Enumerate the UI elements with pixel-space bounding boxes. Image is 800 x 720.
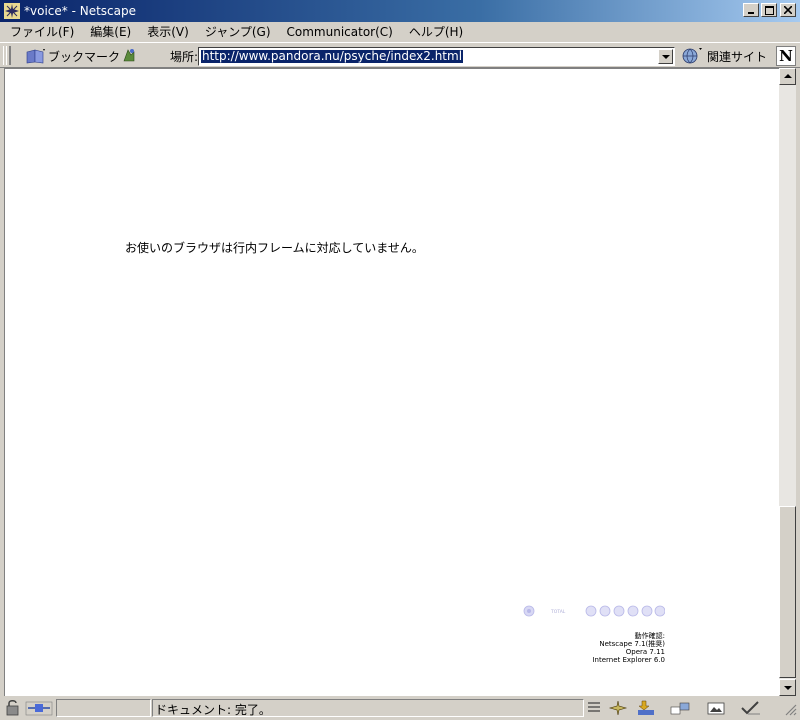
progress-panel [56,699,151,717]
minimize-button[interactable] [743,3,759,17]
lock-icon[interactable] [2,699,24,717]
status-text: ドキュメント: 完了。 [155,703,271,717]
menu-communicator[interactable]: Communicator(C) [279,25,401,39]
menu-view[interactable]: 表示(V) [139,23,197,40]
menu-bar: ファイル(F) 編集(E) 表示(V) ジャンプ(G) Communicator… [0,22,800,41]
credits-line: Netscape 7.1(推奨) [599,640,665,648]
maximize-icon [764,5,774,15]
related-sites-icon [682,48,702,64]
plug-icon[interactable] [25,699,53,717]
credits-heading: 動作確認: [634,632,665,640]
composer-icon[interactable] [668,699,692,717]
toolbar-grip[interactable] [3,46,11,65]
content-area: お使いのブラウザは行内フレームに対応していません。 TOTAL 動作確認: Ne… [4,68,779,696]
minimize-icon [748,12,754,14]
addressbook-icon[interactable] [704,699,728,717]
location-label: 場所: [170,50,199,64]
url-input[interactable]: http://www.pandora.nu/psyche/index2.html [198,47,675,66]
related-sites-label: 関連サイト [707,49,768,64]
close-button[interactable] [780,3,796,17]
credits-line: Internet Explorer 6.0 [592,656,665,664]
bookmarks-label: ブックマーク [48,49,121,64]
scroll-up-button[interactable] [779,68,796,85]
maximize-button[interactable] [761,3,777,17]
status-bar: ドキュメント: 完了。 [0,697,800,720]
bookmarks-button[interactable]: ブックマーク [26,46,120,66]
no-iframe-message: お使いのブラウザは行内フレームに対応していません。 [125,241,424,255]
menu-file[interactable]: ファイル(F) [2,23,82,40]
counter-label: TOTAL [550,609,566,615]
resize-grip-icon[interactable] [780,699,798,717]
related-sites-button[interactable]: 関連サイト [681,46,767,66]
bookmark-icon [26,49,45,64]
vertical-scrollbar[interactable] [779,68,796,696]
menu-go[interactable]: ジャンプ(G) [197,23,279,40]
navigator-icon[interactable] [606,699,630,717]
scroll-down-button[interactable] [779,679,796,696]
url-text[interactable]: http://www.pandora.nu/psyche/index2.html [201,50,464,63]
close-icon [784,6,792,14]
url-dropdown-button[interactable] [658,49,673,64]
window-title: *voice* - Netscape [24,4,136,18]
title-bar: *voice* - Netscape [0,0,800,22]
menu-edit[interactable]: 編集(E) [82,23,139,40]
browser-compat-credits: 動作確認: Netscape 7.1(推奨) Opera 7.11 Intern… [565,632,665,664]
goto-icon[interactable] [121,47,137,63]
access-counter: TOTAL [523,605,665,617]
menu-help[interactable]: ヘルプ(H) [401,23,471,40]
credits-line: Opera 7.11 [625,648,665,656]
checkmark-icon[interactable] [738,699,762,717]
list-icon[interactable] [584,699,606,717]
mail-icon[interactable] [634,699,658,717]
netscape-n-logo[interactable]: N [776,46,796,66]
location-toolbar: ブックマーク 場所: http://www.pandora.nu/psyche/… [0,42,800,68]
netscape-app-icon [4,3,20,19]
scroll-thumb[interactable] [779,506,796,678]
